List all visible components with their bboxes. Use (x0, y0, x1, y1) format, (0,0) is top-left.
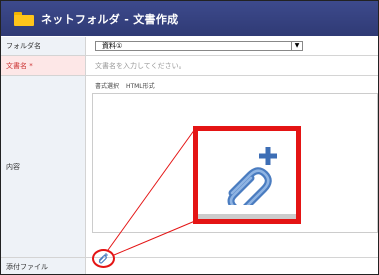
paperclip-add-icon-large (227, 147, 277, 205)
magnify-underline (198, 214, 296, 219)
magnified-attach-icon-callout (193, 126, 301, 224)
callout-line-bottom (113, 220, 196, 256)
callout-lines (107, 128, 196, 256)
callout-line-top (107, 128, 196, 251)
